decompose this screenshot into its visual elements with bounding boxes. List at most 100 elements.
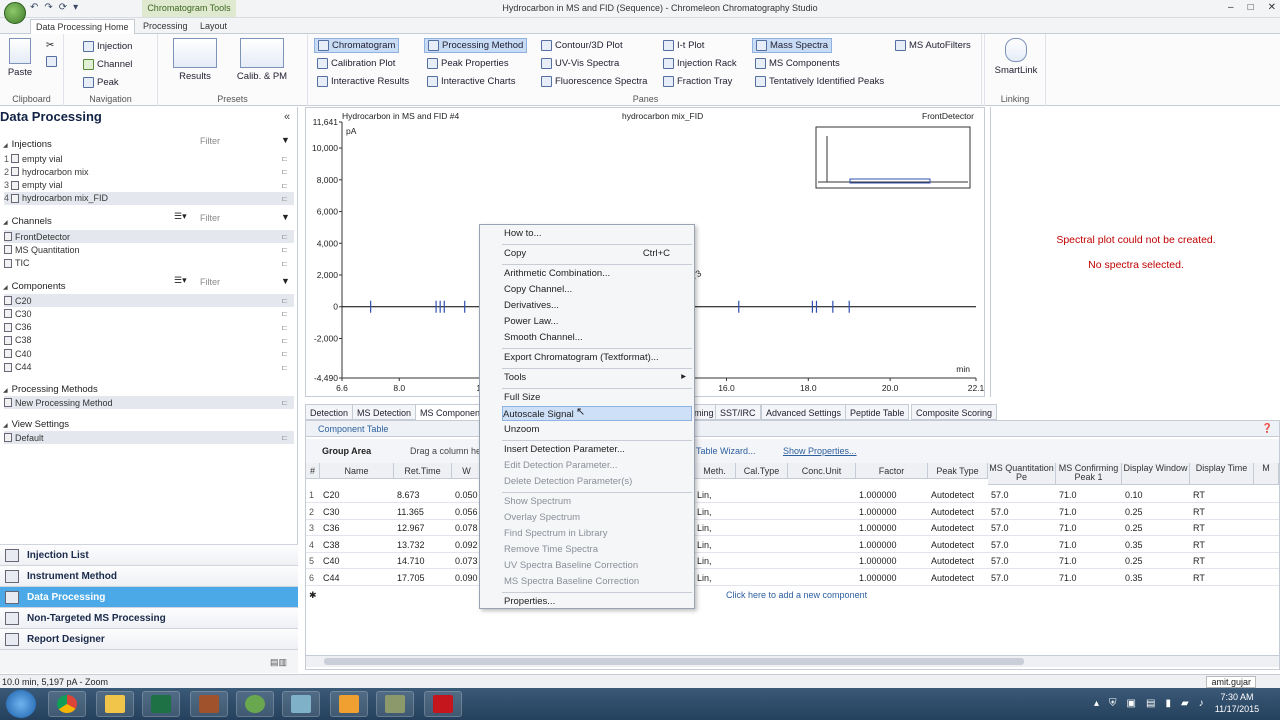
item-menu-icon[interactable]: ⊏ bbox=[281, 232, 288, 241]
table-cell[interactable]: 0.092 bbox=[455, 540, 481, 550]
table-cell[interactable]: RT bbox=[1193, 540, 1253, 550]
table-cell[interactable]: C20 bbox=[323, 490, 393, 500]
table-cell[interactable]: 17.705 bbox=[397, 573, 451, 583]
column-header[interactable]: Peak Type bbox=[928, 463, 988, 479]
table-row[interactable]: 6 C44 17.705 0.090 Lin, 1.000000 Autodetect 57.… bbox=[306, 570, 1279, 586]
item-menu-icon[interactable]: ⊏ bbox=[281, 336, 288, 345]
tab-advanced-settings[interactable]: Advanced Settings bbox=[761, 404, 847, 420]
table-cell[interactable]: 8.673 bbox=[397, 490, 451, 500]
table-cell[interactable]: Autodetect bbox=[931, 523, 987, 533]
menu-item[interactable]: Autoscale Signal bbox=[502, 406, 692, 421]
table-cell[interactable]: 5 bbox=[309, 556, 319, 566]
tab-ms-detection[interactable]: MS Detection bbox=[352, 404, 417, 420]
menu-item[interactable]: Copy Channel... bbox=[504, 282, 692, 297]
nav-data-processing[interactable]: Data Processing bbox=[0, 586, 298, 607]
tab-data-processing-home[interactable]: Data Processing Home bbox=[30, 19, 135, 34]
table-cell[interactable]: 71.0 bbox=[1059, 573, 1121, 583]
pane-fluorescence-spectra[interactable]: Fluorescence Spectra bbox=[538, 74, 650, 89]
table-cell[interactable]: 0.25 bbox=[1125, 556, 1189, 566]
menu-item[interactable]: Export Chromatogram (Textformat)... bbox=[504, 350, 692, 365]
horizontal-scrollbar[interactable] bbox=[306, 655, 1279, 667]
menu-item[interactable]: Arithmetic Combination... bbox=[504, 266, 692, 281]
item-menu-icon[interactable]: ⊏ bbox=[281, 323, 288, 332]
close-icon[interactable]: ✕ bbox=[1268, 2, 1276, 13]
filter-icon[interactable]: ▼ bbox=[281, 276, 290, 286]
pane-processing-method[interactable]: Processing Method bbox=[424, 38, 528, 53]
tab-processing[interactable]: Processing bbox=[138, 19, 193, 34]
table-cell[interactable]: C30 bbox=[323, 507, 393, 517]
table-row[interactable]: 3 C36 12.967 0.078 Lin, 1.000000 Autodetect 57.… bbox=[306, 520, 1279, 537]
pane-mass-spectra[interactable]: Mass Spectra bbox=[752, 38, 833, 53]
results-preset-button[interactable]: Results bbox=[170, 38, 220, 82]
table-cell[interactable]: Lin, bbox=[697, 556, 735, 566]
table-cell[interactable]: 71.0 bbox=[1059, 540, 1121, 550]
item-menu-icon[interactable]: ⊏ bbox=[281, 363, 288, 372]
table-cell[interactable]: 0.25 bbox=[1125, 507, 1189, 517]
table-cell[interactable]: 0.090 bbox=[455, 573, 481, 583]
column-header[interactable]: Display Window bbox=[1122, 463, 1190, 485]
table-cell[interactable]: C40 bbox=[323, 556, 393, 566]
filter-icon[interactable]: ▼ bbox=[281, 135, 290, 145]
tray-signal-icon[interactable]: ▰ bbox=[1181, 698, 1189, 709]
tab-layout[interactable]: Layout bbox=[195, 19, 232, 34]
table-cell[interactable]: 0.25 bbox=[1125, 523, 1189, 533]
pane-fraction-tray[interactable]: Fraction Tray bbox=[660, 74, 735, 89]
table-cell[interactable]: 4 bbox=[309, 540, 319, 550]
injection-item[interactable]: 3 empty vial ⊏ bbox=[4, 179, 294, 192]
column-header[interactable]: MS Confirming Peak 1 bbox=[1056, 463, 1122, 485]
column-header[interactable]: MS Quantitation Pe bbox=[988, 463, 1056, 485]
component-item[interactable]: C20 ⊏ bbox=[4, 294, 294, 307]
table-cell[interactable]: 0.35 bbox=[1125, 573, 1189, 583]
taskbar-app4[interactable] bbox=[190, 691, 228, 717]
list-view-icon[interactable]: ☰▾ bbox=[174, 275, 187, 286]
menu-item[interactable]: Properties... bbox=[504, 594, 692, 609]
help-icon[interactable]: ❓ bbox=[1262, 423, 1273, 434]
table-cell[interactable]: Autodetect bbox=[931, 540, 987, 550]
smartlink-button[interactable]: SmartLink bbox=[989, 38, 1043, 76]
channel-item[interactable]: FrontDetector ⊏ bbox=[4, 230, 294, 243]
pane-interactive-charts[interactable]: Interactive Charts bbox=[424, 74, 518, 89]
item-menu-icon[interactable]: ⊏ bbox=[281, 154, 288, 163]
pane-ms-components[interactable]: MS Components bbox=[752, 56, 843, 71]
column-header[interactable]: # bbox=[306, 463, 320, 479]
tab-composite-scoring[interactable]: Composite Scoring bbox=[911, 404, 998, 420]
table-cell[interactable]: 0.073 bbox=[455, 556, 481, 566]
table-cell[interactable]: RT bbox=[1193, 490, 1253, 500]
table-cell[interactable]: 57.0 bbox=[991, 490, 1055, 500]
pane-interactive-results[interactable]: Interactive Results bbox=[314, 74, 412, 89]
tray-app-icon[interactable]: ▣ bbox=[1127, 698, 1136, 709]
injections-filter[interactable]: Filter bbox=[200, 136, 220, 146]
column-header[interactable]: Display Time bbox=[1190, 463, 1254, 485]
component-item[interactable]: C40 ⊏ bbox=[4, 347, 294, 360]
table-cell[interactable]: 57.0 bbox=[991, 523, 1055, 533]
channel-item[interactable]: TIC ⊏ bbox=[4, 257, 294, 270]
pane-chromatogram[interactable]: Chromatogram bbox=[314, 38, 400, 53]
injection-item[interactable]: 1 empty vial ⊏ bbox=[4, 152, 294, 165]
table-cell[interactable]: 57.0 bbox=[991, 573, 1055, 583]
nav-report-designer[interactable]: Report Designer bbox=[0, 628, 298, 649]
table-cell[interactable]: 11.365 bbox=[397, 507, 451, 517]
column-header[interactable]: M bbox=[1254, 463, 1279, 485]
table-cell[interactable]: 71.0 bbox=[1059, 556, 1121, 566]
collapse-panel-icon[interactable]: « bbox=[284, 111, 290, 123]
table-cell[interactable]: 57.0 bbox=[991, 540, 1055, 550]
item-menu-icon[interactable]: ⊏ bbox=[281, 433, 288, 442]
column-header[interactable]: Factor bbox=[856, 463, 928, 479]
components-filter[interactable]: Filter bbox=[200, 277, 220, 287]
components-section[interactable]: Components bbox=[3, 281, 66, 292]
nav-instrument-method[interactable]: Instrument Method bbox=[0, 565, 298, 586]
table-cell[interactable]: 57.0 bbox=[991, 556, 1055, 566]
dropdown-icon[interactable]: ▾ bbox=[73, 2, 78, 13]
table-cell[interactable]: Lin, bbox=[697, 540, 735, 550]
view-settings-section[interactable]: View Settings bbox=[3, 419, 69, 430]
table-cell[interactable]: C36 bbox=[323, 523, 393, 533]
item-menu-icon[interactable]: ⊏ bbox=[281, 296, 288, 305]
channel-item[interactable]: MS Quantitation ⊏ bbox=[4, 243, 294, 256]
table-cell[interactable]: 1.000000 bbox=[859, 573, 927, 583]
table-cell[interactable]: 14.710 bbox=[397, 556, 451, 566]
show-properties-link[interactable]: Show Properties... bbox=[783, 446, 857, 456]
table-cell[interactable]: Lin, bbox=[697, 490, 735, 500]
table-cell[interactable]: 0.078 bbox=[455, 523, 481, 533]
table-cell[interactable]: Autodetect bbox=[931, 490, 987, 500]
menu-item[interactable]: Tools ▸ bbox=[504, 370, 692, 385]
